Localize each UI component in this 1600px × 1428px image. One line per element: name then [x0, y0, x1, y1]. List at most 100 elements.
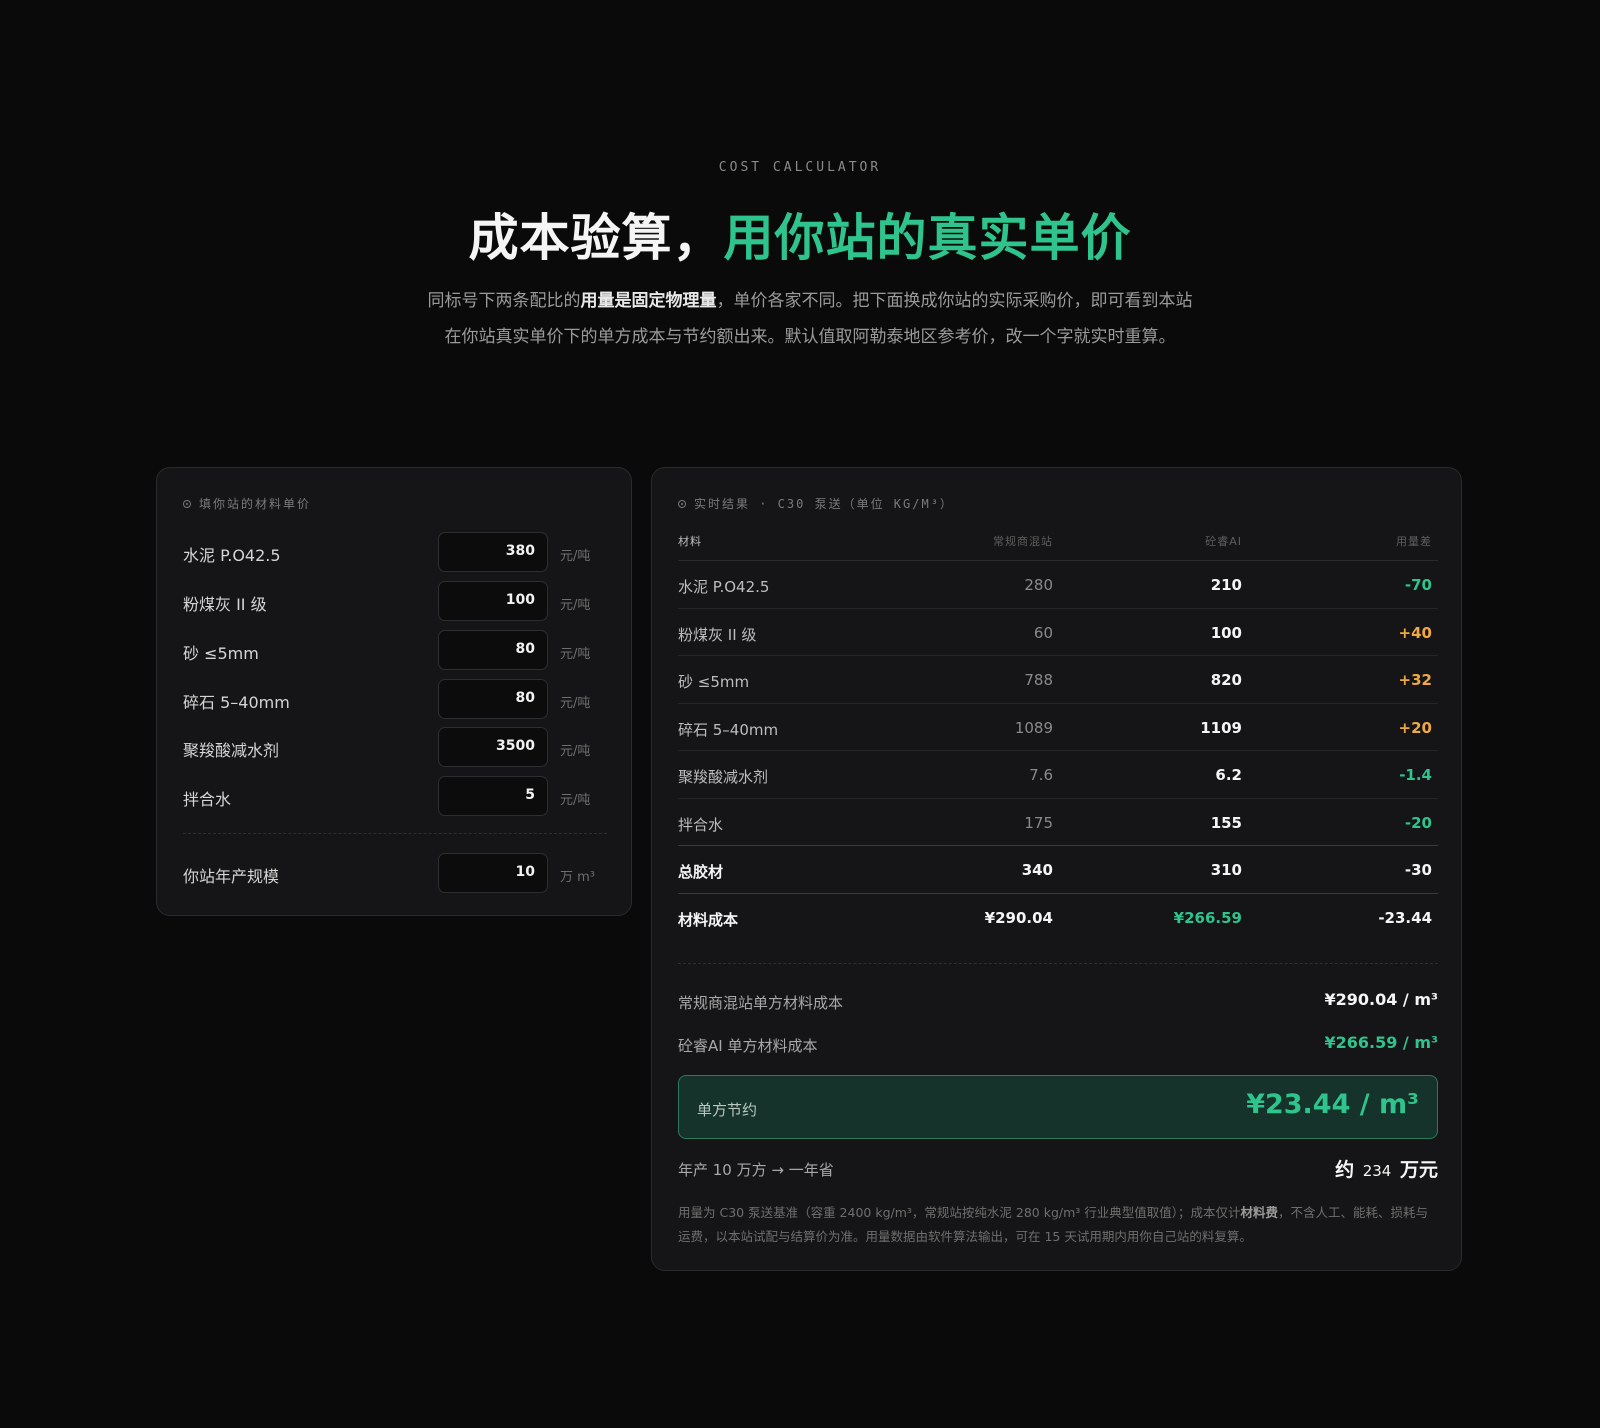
table-row-total-binder: 总胶材 340 310 -30: [678, 846, 1438, 894]
ai-cost-value: ¥266.59 / m³: [1324, 1033, 1438, 1052]
row-name: 砂 ≤5mm: [678, 673, 750, 691]
row-name: 总胶材: [678, 863, 724, 881]
ai-cost-label: 砼睿AI 单方材料成本: [678, 1037, 818, 1055]
footnote-bold: 材料费: [1240, 1205, 1279, 1220]
material-name: 水泥 P.O42.5: [183, 546, 281, 565]
desc-text-bold: 用量是固定物理量: [580, 291, 717, 311]
section-description: 同标号下两条配比的用量是固定物理量，单价各家不同。把下面换成你站的实际采购价，即…: [420, 283, 1200, 355]
price-unit: 元/吨: [560, 647, 591, 662]
savings-box: 单方节约 ¥23.44 / m³: [678, 1075, 1438, 1139]
base-cost-value: ¥290.04 / m³: [1324, 990, 1438, 1009]
result-table: 材料 常规商混站 砼睿AI 用量差 水泥 P.O42.5 280 210 -70…: [678, 527, 1438, 941]
material-name: 聚羧酸减水剂: [183, 741, 280, 760]
scale-name: 你站年产规模: [183, 867, 280, 886]
header-material: 材料: [678, 535, 702, 548]
row-diff: -70: [1404, 576, 1432, 594]
row-name: 粉煤灰 II 级: [678, 625, 757, 644]
row-base: 7.6: [1029, 766, 1053, 784]
row-base: ¥290.04: [984, 908, 1053, 927]
result-card-label: 实时结果 · C30 泵送（单位 KG/M³）: [678, 495, 954, 512]
price-unit: 元/吨: [560, 744, 591, 759]
row-name: 碎石 5–40mm: [678, 720, 779, 739]
target-icon: [678, 500, 686, 508]
material-name: 粉煤灰 II 级: [183, 595, 267, 614]
price-input-flyash[interactable]: 100: [438, 581, 548, 621]
price-card-label: 填你站的材料单价: [183, 495, 311, 512]
row-ai: 820: [1210, 671, 1242, 689]
price-unit: 元/吨: [560, 598, 591, 613]
row-diff: -23.44: [1378, 908, 1432, 927]
table-row-material-cost: 材料成本 ¥290.04 ¥266.59 -23.44: [678, 894, 1438, 942]
table-row: 拌合水 175 155 -20: [678, 799, 1438, 846]
table-row: 粉煤灰 II 级 60 100 +40: [678, 609, 1438, 656]
row-base: 280: [1024, 576, 1053, 594]
price-unit: 元/吨: [560, 696, 591, 711]
table-row: 碎石 5–40mm 1089 1109 +20: [678, 704, 1438, 751]
row-name: 水泥 P.O42.5: [678, 578, 770, 596]
row-ai: 155: [1210, 813, 1242, 832]
row-ai: ¥266.59: [1173, 908, 1242, 927]
row-diff: -30: [1404, 861, 1432, 879]
row-base: 1089: [1014, 718, 1053, 737]
savings-value: ¥23.44 / m³: [1246, 1089, 1419, 1120]
scale-unit: 万 m³: [560, 870, 596, 885]
result-card: 实时结果 · C30 泵送（单位 KG/M³） 材料 常规商混站 砼睿AI 用量…: [651, 467, 1462, 1271]
row-diff: -1.4: [1399, 766, 1432, 784]
annual-savings-value: 约 234 万元: [1335, 1155, 1438, 1182]
price-input-card: 填你站的材料单价 水泥 P.O42.5 380 元/吨 粉煤灰 II 级 100…: [156, 467, 632, 916]
header-ai: 砼睿AI: [1205, 535, 1242, 548]
header-base: 常规商混站: [993, 535, 1053, 548]
price-row: 拌合水 5 元/吨: [183, 776, 607, 816]
row-name: 聚羧酸减水剂: [678, 768, 769, 786]
row-diff: +40: [1398, 623, 1432, 642]
section-title: 成本验算，用你站的真实单价: [0, 198, 1600, 270]
base-cost-label: 常规商混站单方材料成本: [678, 994, 844, 1012]
table-row: 砂 ≤5mm 788 820 +32: [678, 656, 1438, 704]
price-row: 粉煤灰 II 级 100 元/吨: [183, 581, 607, 621]
price-unit: 元/吨: [560, 793, 591, 808]
row-name: 拌合水: [678, 815, 724, 834]
row-diff: +20: [1398, 718, 1432, 737]
row-name: 材料成本: [678, 910, 739, 929]
row-diff: +32: [1398, 671, 1432, 689]
annual-prefix: 约: [1335, 1159, 1355, 1181]
row-base: 175: [1024, 813, 1053, 832]
scale-input[interactable]: 10: [438, 853, 548, 893]
price-row: 碎石 5–40mm 80 元/吨: [183, 679, 607, 719]
material-name: 碎石 5–40mm: [183, 693, 290, 712]
annual-number: 234: [1362, 1162, 1392, 1180]
row-ai: 210: [1210, 576, 1242, 594]
price-input-sand[interactable]: 80: [438, 630, 548, 670]
row-ai: 6.2: [1215, 766, 1242, 784]
desc-text-pre: 同标号下两条配比的: [427, 291, 581, 311]
row-ai: 310: [1210, 861, 1242, 879]
price-card-label-text: 填你站的材料单价: [199, 497, 312, 511]
material-name: 拌合水: [183, 790, 232, 809]
price-input-admixture[interactable]: 3500: [438, 727, 548, 767]
footnote: 用量为 C30 泵送基准（容重 2400 kg/m³，常规站按纯水泥 280 k…: [678, 1201, 1438, 1249]
title-accent: 用你站的真实单价: [723, 209, 1132, 267]
target-icon: [183, 500, 191, 508]
annual-suffix: 万元: [1399, 1159, 1438, 1181]
row-base: 340: [1021, 861, 1053, 879]
section-eyebrow: COST CALCULATOR: [718, 160, 882, 175]
footnote-pre: 用量为 C30 泵送基准（容重 2400 kg/m³，常规站按纯水泥 280 k…: [678, 1205, 1241, 1220]
price-row: 聚羧酸减水剂 3500 元/吨: [183, 727, 607, 767]
title-main: 成本验算，: [468, 209, 724, 267]
savings-label: 单方节约: [697, 1101, 758, 1119]
price-input-cement[interactable]: 380: [438, 532, 548, 572]
price-input-water[interactable]: 5: [438, 776, 548, 816]
row-base: 60: [1033, 623, 1053, 642]
price-input-gravel[interactable]: 80: [438, 679, 548, 719]
price-row: 砂 ≤5mm 80 元/吨: [183, 630, 607, 670]
table-row: 水泥 P.O42.5 280 210 -70: [678, 561, 1438, 609]
material-name: 砂 ≤5mm: [183, 644, 259, 663]
annual-savings-line: 年产 10 万方 → 一年省 约 234 万元: [678, 1153, 1438, 1183]
annual-savings-label: 年产 10 万方 → 一年省: [678, 1161, 834, 1179]
row-diff: -20: [1404, 813, 1432, 832]
divider: [183, 833, 607, 834]
base-cost-line: 常规商混站单方材料成本 ¥290.04 / m³: [678, 988, 1438, 1016]
divider: [678, 963, 1438, 964]
ai-cost-line: 砼睿AI 单方材料成本 ¥266.59 / m³: [678, 1031, 1438, 1059]
price-unit: 元/吨: [560, 549, 591, 564]
